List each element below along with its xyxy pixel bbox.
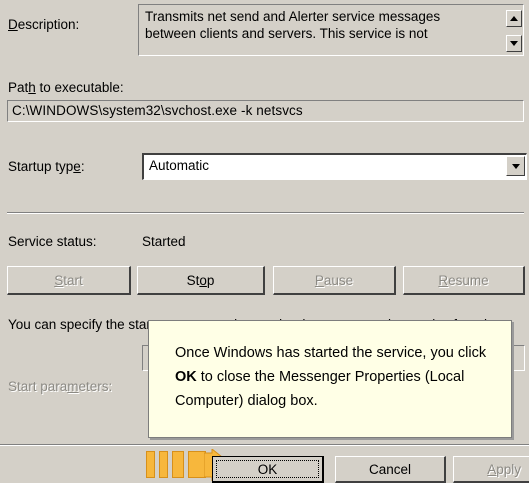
chevron-down-icon bbox=[511, 163, 520, 169]
description-box[interactable]: Transmits net send and Alerter service m… bbox=[138, 4, 524, 56]
dropdown-button[interactable] bbox=[506, 156, 525, 176]
path-label: Path to executable: bbox=[8, 80, 124, 95]
description-label: Description: bbox=[8, 17, 80, 32]
callout-text: Once Windows has started the service, yo… bbox=[175, 345, 487, 409]
path-value: C:\WINDOWS\system32\svchost.exe -k netsv… bbox=[12, 103, 303, 118]
ok-button[interactable]: OK bbox=[212, 456, 324, 483]
path-field[interactable]: C:\WINDOWS\system32\svchost.exe -k netsv… bbox=[7, 100, 524, 122]
stop-button[interactable]: St o p bbox=[137, 266, 265, 295]
arrow-up-icon bbox=[510, 16, 518, 21]
startup-type-select[interactable]: Automatic bbox=[142, 153, 527, 180]
cancel-button[interactable]: Cancel bbox=[335, 456, 446, 483]
description-text: Transmits net send and Alerter service m… bbox=[145, 9, 441, 41]
cancel-label: Cancel bbox=[368, 461, 412, 477]
start-parameters-label: Start parameters: bbox=[8, 379, 113, 394]
pause-button[interactable]: Pause bbox=[273, 266, 396, 295]
resume-button[interactable]: Resume bbox=[403, 266, 525, 295]
service-status-label: Service status: bbox=[8, 234, 97, 249]
instruction-callout: Once Windows has started the service, yo… bbox=[148, 320, 512, 438]
service-status-value: Started bbox=[142, 234, 186, 249]
scroll-up-button[interactable] bbox=[506, 10, 522, 27]
separator bbox=[7, 212, 524, 214]
startup-type-value: Automatic bbox=[149, 158, 210, 173]
apply-button[interactable]: Apply bbox=[453, 456, 529, 483]
focus-ring bbox=[216, 460, 319, 478]
startup-type-label: Startup type: bbox=[8, 159, 85, 174]
arrow-down-icon bbox=[510, 41, 518, 46]
bottom-separator bbox=[0, 444, 529, 446]
scroll-down-button[interactable] bbox=[506, 35, 522, 52]
start-button[interactable]: Start bbox=[7, 266, 131, 295]
